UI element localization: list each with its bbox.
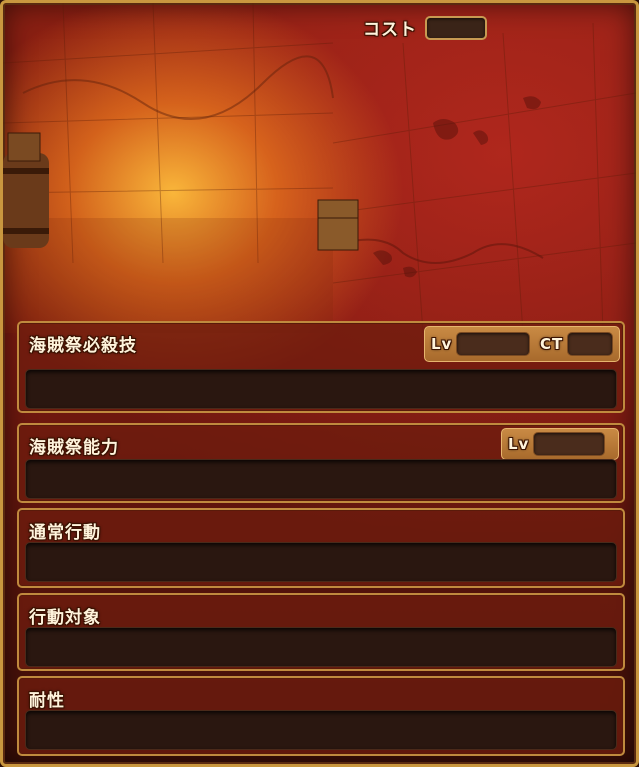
resistance-description [25,710,617,750]
ct-label: CT [539,335,564,353]
cost-value-field [425,15,487,40]
crate-icon [317,199,359,251]
action-target-title: 行動対象 [29,608,101,628]
special-move-description [25,369,617,409]
cost-display: コスト [363,15,487,40]
cost-label: コスト [363,20,417,40]
resistance-title: 耐性 [29,691,65,711]
lv-label: Lv [431,335,453,353]
barrel-icon [3,132,49,248]
treasure-map-background [3,3,636,333]
ability-panel: 海賊祭能力 Lv [17,423,625,503]
character-detail-frame: コスト 海賊祭必殺技 Lv CT 海賊祭能力 Lv 通常行動 行動対象 耐性 [0,0,639,767]
lv-label: Lv [508,435,530,453]
special-move-ct-field [567,332,613,356]
resistance-panel: 耐性 [17,676,625,756]
action-target-panel: 行動対象 [17,593,625,671]
normal-action-description [25,542,617,582]
normal-action-title: 通常行動 [29,523,101,543]
ability-lv-field [533,432,606,456]
ability-title: 海賊祭能力 [29,438,119,458]
special-move-level-badge: Lv CT [424,326,620,362]
ability-description [25,459,617,499]
special-move-lv-field [456,332,530,356]
normal-action-panel: 通常行動 [17,508,625,588]
ability-level-badge: Lv [501,428,619,460]
special-move-panel: 海賊祭必殺技 Lv CT [17,321,625,413]
special-move-title: 海賊祭必殺技 [29,336,137,356]
action-target-description [25,627,617,667]
